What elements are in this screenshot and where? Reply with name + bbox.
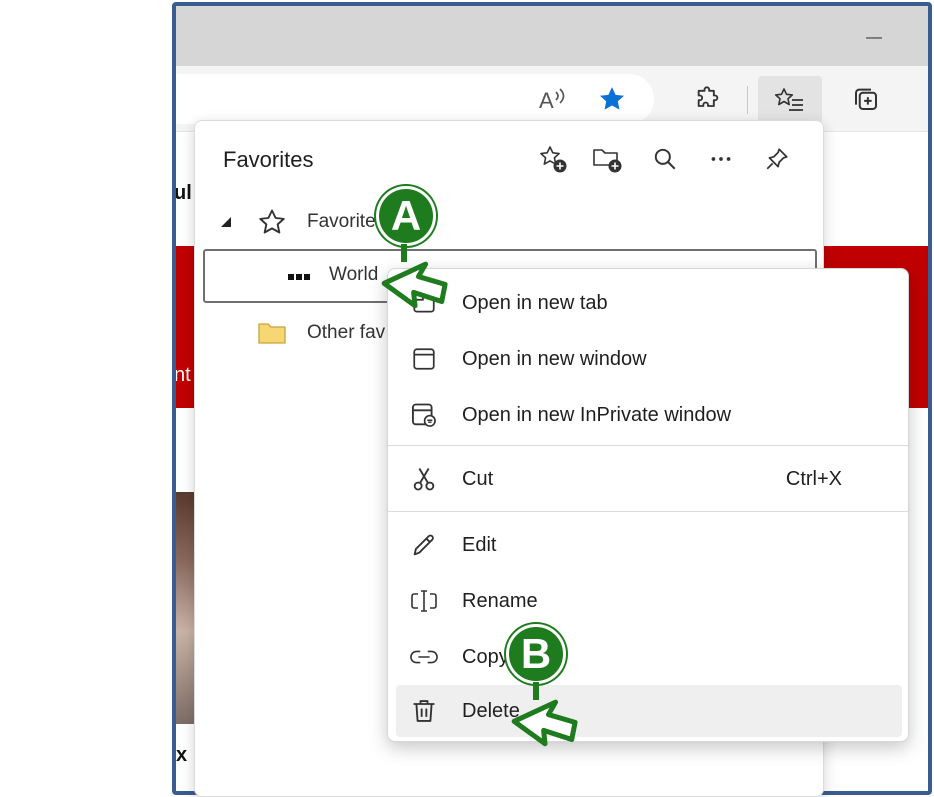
page-caption-fragment: x	[176, 744, 188, 766]
title-bar: —	[176, 6, 928, 66]
menu-separator	[388, 511, 908, 512]
pencil-icon	[410, 531, 438, 559]
menu-open-new-tab[interactable]: Open in new tab	[388, 277, 908, 329]
more-icon[interactable]	[703, 141, 739, 177]
menu-label: Cut	[462, 467, 494, 490]
favorites-bar-folder[interactable]: Favorite	[195, 196, 823, 248]
favorites-title: Favorites	[223, 147, 314, 172]
menu-label: Open in new window	[462, 347, 647, 370]
page-heading-fragment: ul	[174, 182, 192, 204]
callout-badge-a: A	[376, 186, 436, 246]
callout-pointer-a-icon	[381, 244, 448, 309]
menu-label: Rename	[462, 589, 538, 612]
link-icon	[410, 643, 438, 671]
add-favorite-icon[interactable]	[535, 141, 571, 177]
other-favorites-label: Other fav	[307, 322, 386, 343]
toolbar-separator	[747, 86, 748, 114]
page-banner-text-fragment: nt	[174, 364, 191, 386]
menu-label: Copy	[462, 645, 509, 668]
collections-icon[interactable]	[846, 79, 886, 119]
trash-icon	[410, 697, 438, 725]
menu-copy[interactable]: Copy	[388, 631, 908, 683]
menu-label: Open in new tab	[462, 291, 608, 314]
menu-edit[interactable]: Edit	[388, 519, 908, 571]
minimize-button[interactable]: —	[862, 26, 886, 50]
menu-rename[interactable]: Rename	[388, 575, 908, 627]
favorite-item-label: World	[329, 264, 379, 285]
menu-cut[interactable]: Cut Ctrl+X	[388, 453, 908, 505]
menu-delete[interactable]: Delete	[396, 685, 902, 737]
expand-triangle-icon[interactable]	[219, 215, 233, 234]
new-window-icon	[410, 345, 438, 373]
folder-icon	[257, 319, 287, 352]
address-bar[interactable]: A	[176, 74, 654, 124]
scissors-icon	[410, 465, 438, 493]
menu-open-inprivate-window[interactable]: Open in new InPrivate window	[388, 389, 908, 441]
pin-icon[interactable]	[759, 141, 795, 177]
menu-label: Open in new InPrivate window	[462, 403, 732, 426]
svg-text:A: A	[539, 88, 554, 112]
search-icon[interactable]	[647, 141, 683, 177]
callout-badge-b: B	[506, 624, 566, 684]
inprivate-window-icon	[410, 401, 438, 429]
favorites-bar-label: Favorite	[307, 211, 376, 232]
menu-shortcut: Ctrl+X	[785, 467, 842, 490]
star-outline-icon	[257, 207, 287, 242]
menu-open-new-window[interactable]: Open in new window	[388, 333, 908, 385]
favorite-star-filled-icon[interactable]	[592, 79, 632, 119]
favorites-icon[interactable]	[758, 76, 822, 124]
callout-pointer-b-icon	[511, 682, 578, 747]
add-folder-icon[interactable]	[589, 141, 625, 177]
extensions-icon[interactable]	[688, 79, 728, 119]
context-menu: Open in new tab Open in new window Open …	[387, 268, 909, 742]
menu-separator	[388, 445, 908, 446]
site-favicon-icon	[287, 265, 311, 289]
read-aloud-icon[interactable]: A	[532, 79, 572, 119]
menu-label: Edit	[462, 533, 497, 556]
rename-icon	[410, 587, 438, 615]
